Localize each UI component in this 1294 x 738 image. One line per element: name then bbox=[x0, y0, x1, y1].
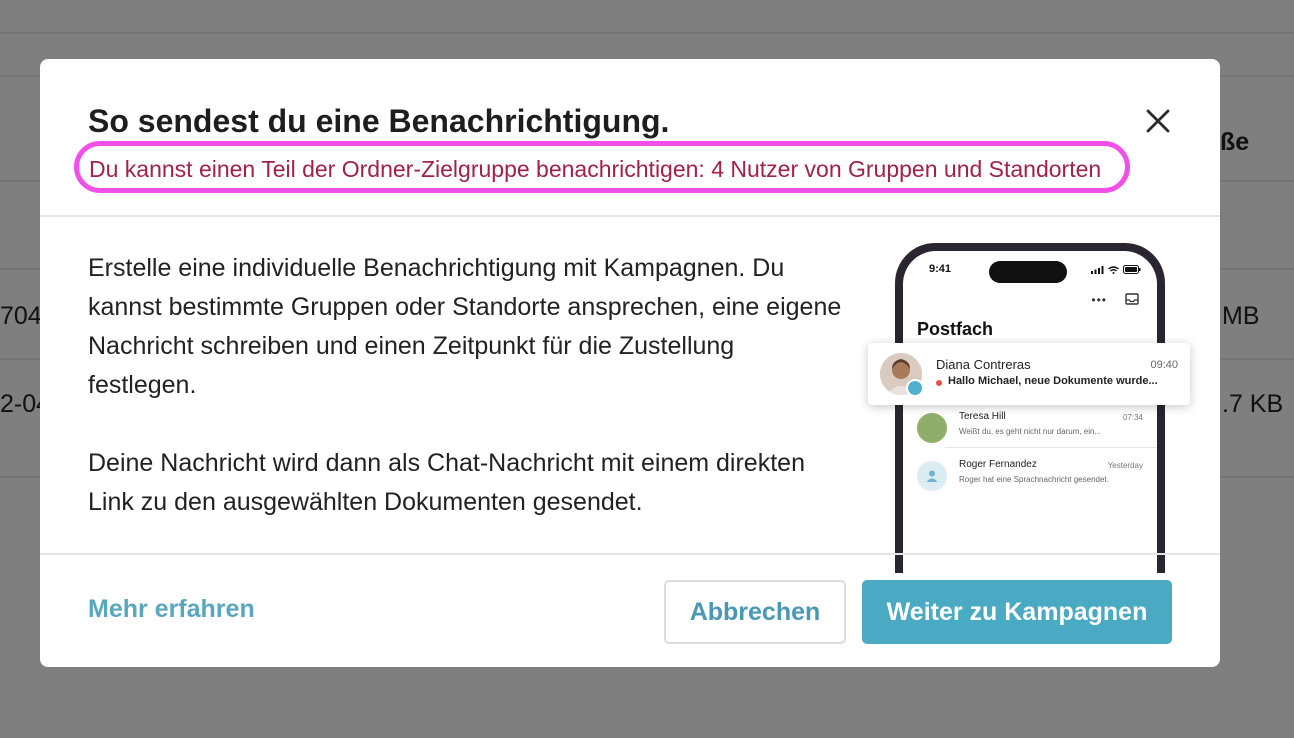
close-icon bbox=[1146, 109, 1170, 133]
notification-card: Diana Contreras 09:40 Hallo Michael, neu… bbox=[868, 343, 1190, 405]
phone-screen: 9:41 ••• Postfach Teresa Hill 07:34 Weiß… bbox=[903, 251, 1157, 573]
continue-to-campaigns-button[interactable]: Weiter zu Kampagnen bbox=[862, 580, 1172, 644]
battery-icon bbox=[1123, 265, 1141, 274]
dialog-body: Erstelle eine individuelle Benachrichtig… bbox=[88, 249, 848, 522]
inbox-title: Postfach bbox=[917, 319, 994, 339]
chat-name: Roger Fernandez bbox=[959, 459, 1037, 470]
notification-time: 09:40 bbox=[1150, 359, 1178, 371]
dynamic-island bbox=[989, 261, 1067, 283]
learn-more-link[interactable]: Mehr erfahren bbox=[88, 595, 255, 624]
chat-preview: Weißt du, es geht nicht nur darum, ein..… bbox=[959, 427, 1102, 436]
more-icon: ••• bbox=[1091, 293, 1107, 307]
unread-dot bbox=[936, 380, 942, 386]
chat-divider bbox=[945, 447, 1157, 448]
notification-dialog: So sendest du eine Benachrichtigung. Du … bbox=[40, 59, 1220, 667]
chat-time: 07:34 bbox=[1122, 413, 1143, 422]
chat-list-item: Roger Fernandez Yesterday Roger hat eine… bbox=[917, 457, 1143, 503]
cancel-button[interactable]: Abbrechen bbox=[664, 580, 846, 644]
user-icon bbox=[926, 470, 938, 482]
chat-list-item: Teresa Hill 07:34 Weißt du, es geht nich… bbox=[917, 409, 1143, 455]
footer-divider bbox=[40, 553, 1220, 555]
notification-sender: Diana Contreras bbox=[936, 357, 1031, 372]
dialog-title: So sendest du eine Benachrichtigung. bbox=[88, 103, 670, 139]
avatar bbox=[917, 413, 947, 443]
inbox-icon bbox=[1125, 293, 1139, 305]
description-paragraph: Deine Nachricht wird dann als Chat-Nachr… bbox=[88, 449, 805, 516]
dialog-subtitle: Du kannst einen Teil der Ordner-Zielgrup… bbox=[89, 156, 1101, 182]
chat-name: Teresa Hill bbox=[959, 411, 1006, 422]
phone-illustration: 9:41 ••• Postfach Teresa Hill 07:34 Weiß… bbox=[895, 243, 1165, 573]
description-paragraph: Erstelle eine individuelle Benachrichtig… bbox=[88, 254, 842, 399]
close-button[interactable] bbox=[1140, 103, 1176, 139]
status-icons bbox=[1091, 265, 1141, 274]
highlight-annotation: Du kannst einen Teil der Ordner-Zielgrup… bbox=[74, 141, 1130, 193]
notification-message: Hallo Michael, neue Dokumente wurde... bbox=[948, 375, 1158, 387]
megaphone-badge-icon bbox=[906, 379, 924, 397]
avatar bbox=[917, 461, 947, 491]
phone-clock: 9:41 bbox=[929, 263, 952, 275]
chat-preview: Roger hat eine Sprachnachricht gesendet. bbox=[959, 475, 1109, 484]
wifi-icon bbox=[1108, 265, 1119, 274]
signal-icon bbox=[1091, 265, 1104, 274]
header-divider bbox=[40, 215, 1220, 217]
chat-time: Yesterday bbox=[1107, 461, 1143, 470]
